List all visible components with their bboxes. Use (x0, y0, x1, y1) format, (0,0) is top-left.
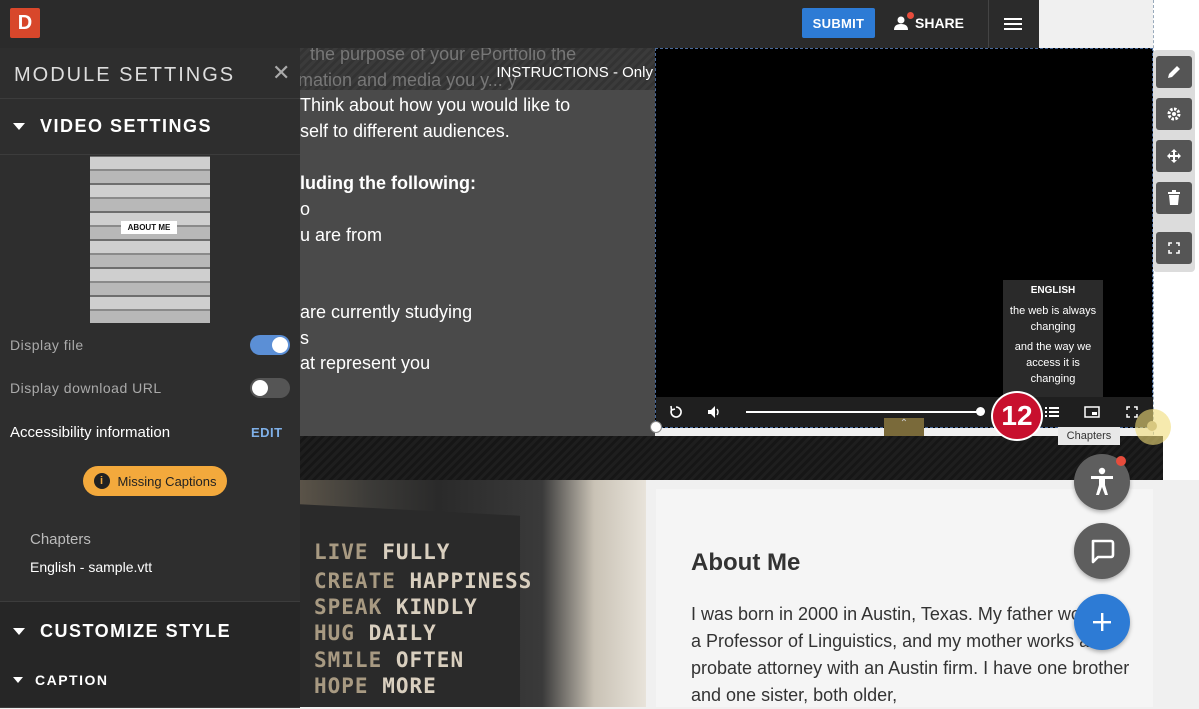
replay-icon[interactable] (667, 403, 685, 421)
text-line: at represent you (300, 353, 431, 373)
display-file-label: Display file (10, 337, 84, 353)
divider (988, 0, 989, 48)
text-line: o (300, 199, 311, 219)
display-download-label: Display download URL (10, 380, 162, 396)
chevron-down-icon (13, 123, 25, 130)
toggle-knob (252, 380, 268, 396)
gear-icon[interactable] (1156, 98, 1192, 130)
sign-line: SPEAK KINDLY (314, 595, 478, 619)
info-icon: i (93, 473, 110, 489)
module-settings-panel: MODULE SETTINGS ✕ VIDEO SETTINGS ABOUT M… (0, 48, 300, 708)
move-icon[interactable] (1156, 140, 1192, 172)
panel-header: MODULE SETTINGS ✕ (0, 48, 300, 99)
sign-line: HUG DAILY (314, 621, 437, 645)
accessibility-icon (1091, 467, 1113, 495)
thumbnail-label: ABOUT ME (121, 221, 177, 234)
display-download-toggle[interactable] (250, 378, 290, 398)
text-line: self to different audiences. (300, 121, 510, 141)
chapters-tooltip: Chapters (1058, 427, 1120, 445)
chevron-down-icon (13, 628, 25, 635)
customize-style-label: CUSTOMIZE STYLE (40, 621, 232, 641)
notification-dot (907, 12, 914, 19)
share-button[interactable]: SHARE (893, 8, 964, 38)
text-line: are currently studying (300, 302, 473, 322)
missing-captions-label: Missing Captions (117, 473, 217, 489)
instructions-text-module[interactable]: the purpose of your ePortfolio the rmati… (300, 48, 655, 436)
sign-photo: LIVE FULLY CREATE HAPPINESS SPEAK KINDLY… (300, 480, 646, 707)
cursor-highlight (1135, 409, 1171, 445)
progress-bar[interactable] (746, 411, 980, 413)
video-settings-label: VIDEO SETTINGS (40, 116, 213, 136)
app-logo[interactable]: D (10, 8, 40, 38)
notification-dot (1116, 456, 1126, 466)
picture-in-picture-icon[interactable] (1083, 403, 1101, 421)
sign-line: SMILE OFTEN (314, 648, 465, 672)
add-button[interactable] (1074, 594, 1130, 650)
hamburger-menu-icon[interactable] (1004, 15, 1022, 33)
about-body: I was born in 2000 in Austin, Texas. My … (691, 604, 1130, 705)
about-me-module[interactable]: About Me I was born in 2000 in Austin, T… (656, 489, 1153, 707)
section-divider (300, 436, 1163, 480)
panel-title: MODULE SETTINGS (14, 64, 236, 86)
chapters-file[interactable]: English - sample.vtt (30, 559, 152, 575)
text-line: s (300, 328, 309, 348)
step-badge: 12 (991, 391, 1043, 441)
video-settings-header[interactable]: VIDEO SETTINGS (0, 98, 300, 155)
plus-icon (1093, 613, 1111, 631)
resize-handle-bottom[interactable]: ⌃ (884, 418, 924, 436)
text-line: u are from (300, 225, 383, 245)
text-line: luding the following: (300, 173, 476, 193)
top-bar (0, 0, 1039, 48)
chapters-icon[interactable] (1043, 403, 1061, 421)
caption-cue: and the way we access it is changing (1014, 341, 1092, 385)
close-icon[interactable]: ✕ (272, 62, 292, 84)
chapters-label: Chapters (30, 531, 91, 548)
volume-icon[interactable] (706, 403, 724, 421)
text-line: Think about how you would like to (300, 95, 571, 115)
trash-icon[interactable] (1156, 182, 1192, 214)
sign-line: LIVE FULLY (314, 540, 451, 564)
edit-accessibility-link[interactable]: EDIT (251, 425, 283, 440)
chat-button[interactable] (1074, 523, 1130, 579)
chat-icon (1091, 539, 1115, 564)
faded-text-line: the purpose of your ePortfolio the (310, 48, 577, 64)
customize-style-header[interactable]: CUSTOMIZE STYLE (0, 601, 300, 661)
faded-text-line: rmation and media you y... y (300, 70, 517, 90)
submit-button[interactable]: SUBMIT (802, 8, 875, 38)
caption-language: ENGLISH (1030, 285, 1076, 296)
display-file-toggle[interactable] (250, 335, 290, 355)
accessibility-info-label: Accessibility information (10, 424, 171, 441)
chevron-down-icon (13, 677, 23, 683)
caption-cue: the web is always changing (1009, 305, 1097, 333)
caption-header[interactable]: CAPTION (0, 660, 300, 708)
missing-captions-badge[interactable]: i Missing Captions (83, 466, 227, 496)
caption-overlay: ENGLISH the web is always changing and t… (1003, 280, 1103, 397)
progress-knob[interactable] (976, 407, 985, 416)
toggle-knob (272, 337, 288, 353)
sign-line: HOPE MORE (314, 674, 437, 698)
expand-icon[interactable] (1156, 232, 1192, 264)
video-thumbnail[interactable]: ABOUT ME (90, 156, 210, 323)
caption-label: CAPTION (35, 672, 109, 688)
pencil-icon[interactable] (1156, 56, 1192, 88)
share-label: SHARE (915, 15, 965, 31)
about-title: About Me (691, 549, 801, 576)
sign-line: CREATE HAPPINESS (314, 569, 533, 593)
resize-handle[interactable] (650, 421, 662, 433)
instructions-label: INSTRUCTIONS - Only (496, 64, 653, 81)
